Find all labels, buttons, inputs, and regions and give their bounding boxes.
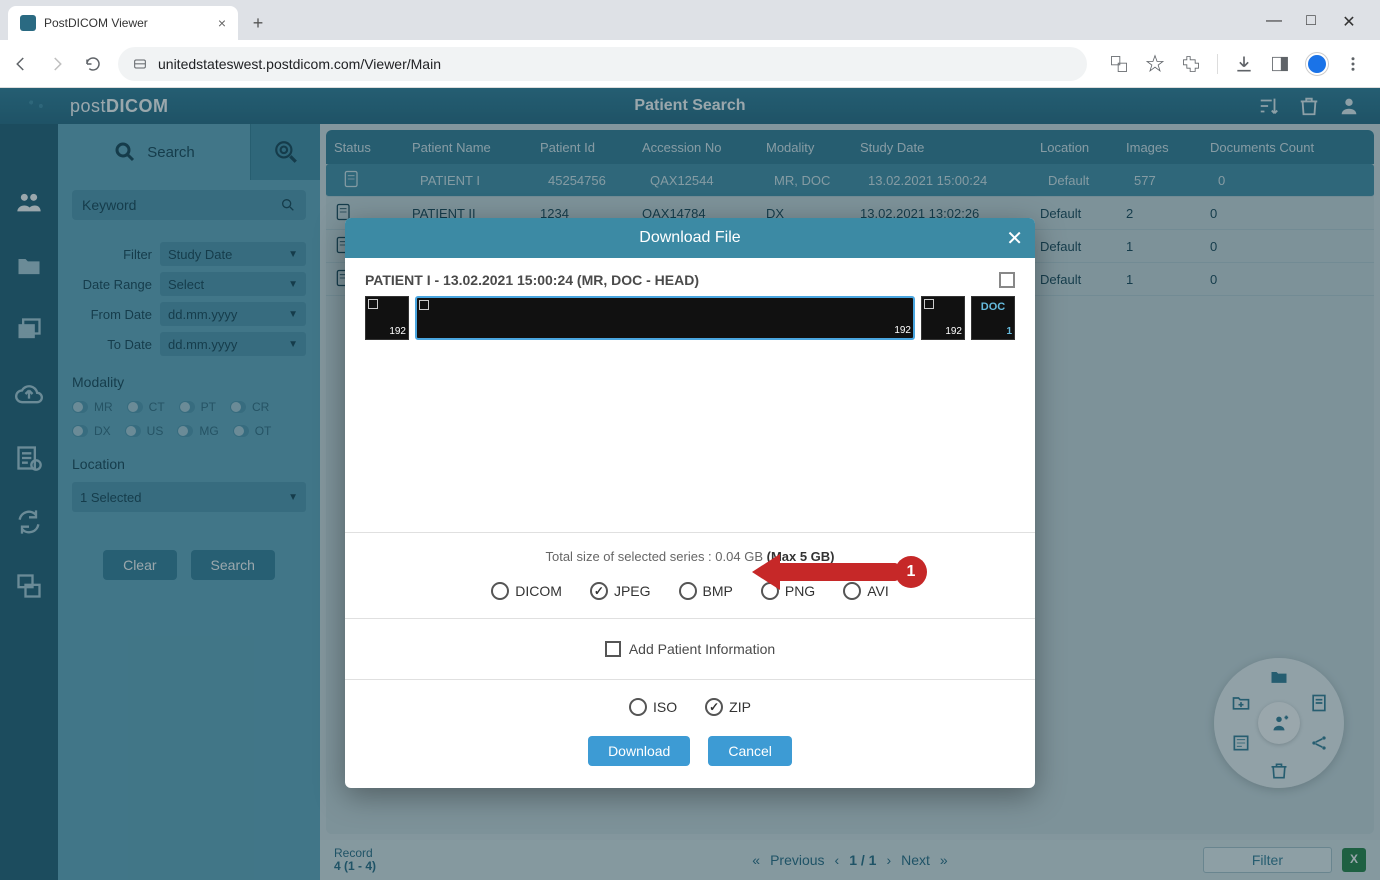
tab-bar: PostDICOM Viewer × + — □ ✕: [0, 0, 1380, 40]
maximize-icon[interactable]: □: [1304, 12, 1318, 32]
minimize-icon[interactable]: —: [1266, 12, 1280, 32]
modal-header: Download File ✕: [345, 218, 1035, 258]
reload-button[interactable]: [82, 53, 104, 75]
close-window-icon[interactable]: ✕: [1342, 12, 1356, 32]
add-patient-info-checkbox[interactable]: [605, 641, 621, 657]
cancel-button[interactable]: Cancel: [708, 736, 792, 766]
add-patient-info-row[interactable]: Add Patient Information: [365, 631, 1015, 667]
series-thumbnail[interactable]: 192: [415, 296, 915, 340]
browser-chrome: PostDICOM Viewer × + — □ ✕ unitedstatesw…: [0, 0, 1380, 88]
address-bar[interactable]: unitedstateswest.postdicom.com/Viewer/Ma…: [118, 47, 1087, 81]
archive-radio-zip[interactable]: ZIP: [705, 698, 751, 716]
format-radio-avi[interactable]: AVI: [843, 582, 889, 600]
nav-bar: unitedstateswest.postdicom.com/Viewer/Ma…: [0, 40, 1380, 88]
series-thumbnail[interactable]: 192: [921, 296, 965, 340]
app-root: postDICOM Patient Search Search: [0, 88, 1380, 880]
series-thumbnail[interactable]: 192: [365, 296, 409, 340]
study-description: PATIENT I - 13.02.2021 15:00:24 (MR, DOC…: [365, 272, 699, 288]
site-info-icon[interactable]: [132, 56, 148, 72]
format-radio-row: DICOM JPEG BMP PNG AVI: [365, 576, 1015, 606]
profile-avatar[interactable]: [1306, 53, 1328, 75]
study-select-checkbox[interactable]: [999, 272, 1015, 288]
series-thumbnail[interactable]: DOC1: [971, 296, 1015, 340]
size-line: Total size of selected series : 0.04 GB …: [365, 545, 1015, 576]
format-radio-bmp[interactable]: BMP: [679, 582, 733, 600]
toolbar-right: [1101, 53, 1370, 75]
url-text: unitedstateswest.postdicom.com/Viewer/Ma…: [158, 56, 441, 72]
translate-icon[interactable]: [1109, 54, 1129, 74]
favicon: [20, 15, 36, 31]
format-radio-jpeg[interactable]: JPEG: [590, 582, 651, 600]
downloads-icon[interactable]: [1234, 54, 1254, 74]
format-radio-dicom[interactable]: DICOM: [491, 582, 562, 600]
tab-title: PostDICOM Viewer: [44, 16, 148, 30]
tab-close-icon[interactable]: ×: [218, 15, 226, 31]
window-controls: — □ ✕: [1266, 12, 1372, 40]
browser-tab[interactable]: PostDICOM Viewer ×: [8, 6, 238, 40]
modal-close-icon[interactable]: ✕: [1006, 226, 1023, 251]
download-button[interactable]: Download: [588, 736, 690, 766]
sidepanel-icon[interactable]: [1270, 54, 1290, 74]
download-modal: Download File ✕ PATIENT I - 13.02.2021 1…: [345, 218, 1035, 788]
series-thumbnails: 192192192DOC1: [365, 296, 1015, 340]
extensions-icon[interactable]: [1181, 54, 1201, 74]
modal-title: Download File: [639, 229, 740, 247]
bookmark-star-icon[interactable]: [1145, 54, 1165, 74]
format-radio-png[interactable]: PNG: [761, 582, 815, 600]
kebab-menu-icon[interactable]: [1344, 55, 1362, 73]
new-tab-button[interactable]: +: [244, 9, 272, 37]
back-button[interactable]: [10, 53, 32, 75]
archive-radio-row: ISO ZIP: [365, 692, 1015, 722]
forward-button[interactable]: [46, 53, 68, 75]
archive-radio-iso[interactable]: ISO: [629, 698, 677, 716]
